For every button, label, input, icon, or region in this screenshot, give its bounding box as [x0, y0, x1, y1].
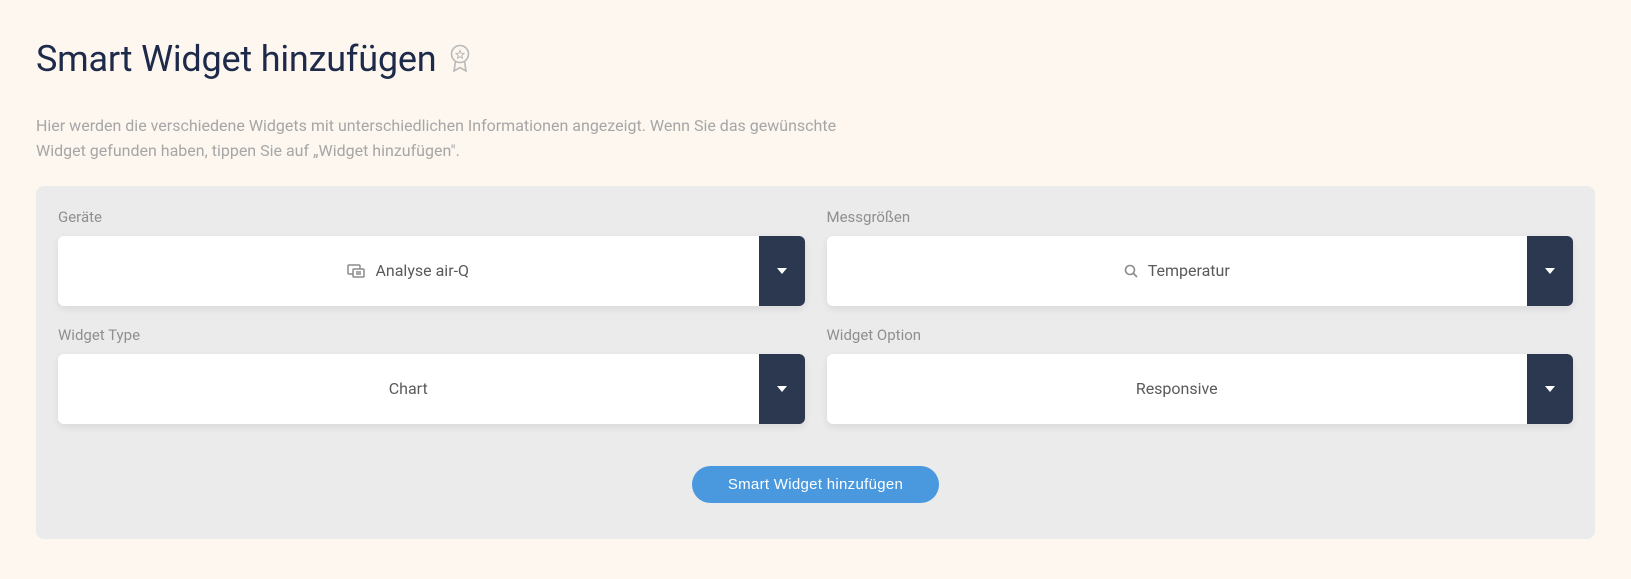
- measurements-field: Messgrößen Temperatur: [827, 208, 1574, 306]
- measurements-label: Messgrößen: [827, 208, 1574, 226]
- search-icon: [1124, 264, 1138, 278]
- devices-select-body[interactable]: Analyse air-Q: [58, 236, 759, 306]
- widget-type-select-body[interactable]: Chart: [58, 354, 759, 424]
- measurements-caret-button[interactable]: [1527, 236, 1573, 306]
- devices-label: Geräte: [58, 208, 805, 226]
- widget-type-select[interactable]: Chart: [58, 354, 805, 424]
- chevron-down-icon: [777, 386, 787, 392]
- widget-type-field: Widget Type Chart: [58, 326, 805, 424]
- form-panel: Geräte Analyse air-Q: [36, 186, 1595, 539]
- measurements-selected-value: Temperatur: [1148, 261, 1230, 280]
- page-title: Smart Widget hinzufügen: [36, 38, 436, 80]
- devices-caret-button[interactable]: [759, 236, 805, 306]
- chevron-down-icon: [1545, 268, 1555, 274]
- widget-option-selected-value: Responsive: [1136, 379, 1218, 398]
- measurements-select[interactable]: Temperatur: [827, 236, 1574, 306]
- widget-option-select-body[interactable]: Responsive: [827, 354, 1528, 424]
- page-description: Hier werden die verschiedene Widgets mit…: [36, 114, 856, 164]
- submit-row: Smart Widget hinzufügen: [58, 466, 1573, 503]
- widget-option-caret-button[interactable]: [1527, 354, 1573, 424]
- widget-option-field: Widget Option Responsive: [827, 326, 1574, 424]
- page-header: Smart Widget hinzufügen: [36, 38, 1595, 80]
- measurements-select-body[interactable]: Temperatur: [827, 236, 1528, 306]
- chevron-down-icon: [1545, 386, 1555, 392]
- device-icon: [347, 264, 365, 278]
- widget-type-selected-value: Chart: [389, 379, 428, 398]
- devices-selected-value: Analyse air-Q: [375, 261, 469, 280]
- chevron-down-icon: [777, 268, 787, 274]
- add-smart-widget-button[interactable]: Smart Widget hinzufügen: [692, 466, 939, 503]
- widget-type-label: Widget Type: [58, 326, 805, 344]
- widget-option-label: Widget Option: [827, 326, 1574, 344]
- award-icon: [448, 44, 472, 74]
- widget-type-caret-button[interactable]: [759, 354, 805, 424]
- devices-field: Geräte Analyse air-Q: [58, 208, 805, 306]
- devices-select[interactable]: Analyse air-Q: [58, 236, 805, 306]
- widget-option-select[interactable]: Responsive: [827, 354, 1574, 424]
